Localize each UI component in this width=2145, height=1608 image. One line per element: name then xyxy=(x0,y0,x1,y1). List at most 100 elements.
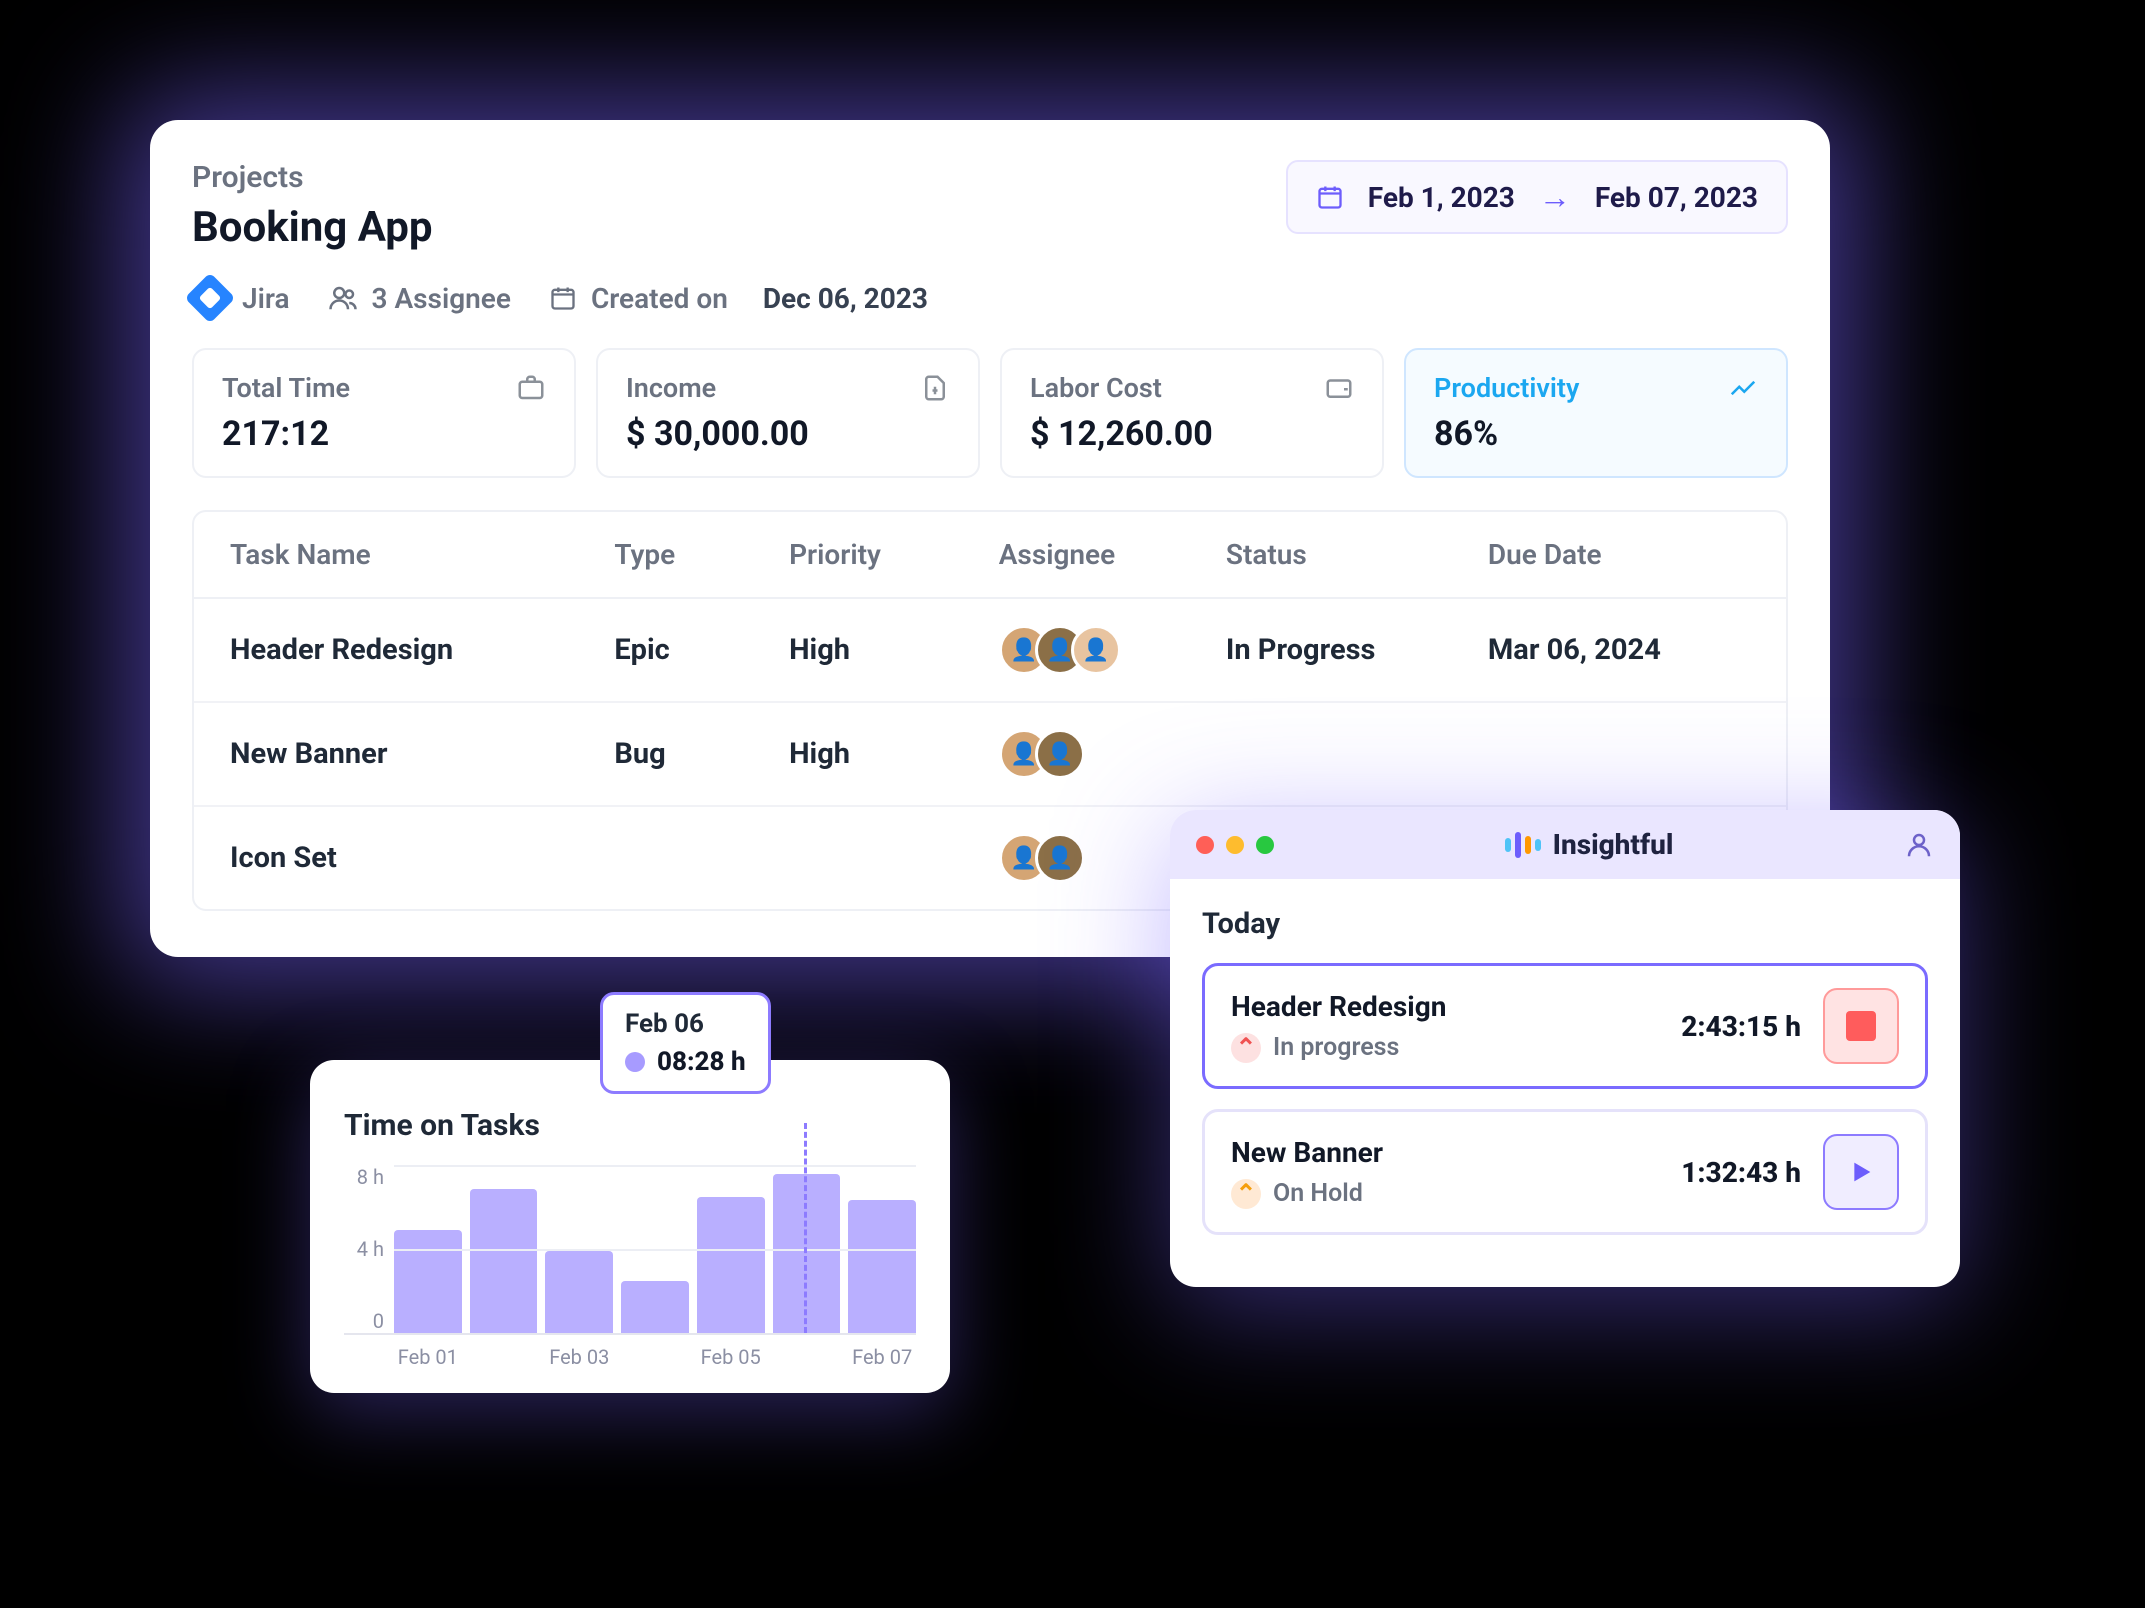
window-maximize-icon[interactable] xyxy=(1256,836,1274,854)
stat-income[interactable]: Income $ 30,000.00 xyxy=(596,348,980,478)
status-icon: ⌃ xyxy=(1231,1179,1261,1209)
briefcase-icon xyxy=(516,373,546,403)
task-name: New Banner xyxy=(230,737,614,771)
y-tick: 8 h xyxy=(344,1165,392,1189)
table-row[interactable]: New Banner Bug High 👤👤 xyxy=(194,703,1786,807)
assignee-count-label: 3 Assignee xyxy=(372,282,511,315)
task-priority: High xyxy=(789,633,999,667)
tracker-task-name: Header Redesign xyxy=(1231,990,1446,1023)
x-tick: Feb 05 xyxy=(697,1345,765,1369)
date-range-picker[interactable]: Feb 1, 2023 → Feb 07, 2023 xyxy=(1286,160,1788,234)
x-tick xyxy=(773,1345,841,1369)
page-title: Booking App xyxy=(192,203,433,252)
task-name: Header Redesign xyxy=(230,633,614,667)
play-button[interactable] xyxy=(1823,1134,1899,1210)
avatar[interactable]: 👤 xyxy=(1071,625,1121,675)
tracker-status-label: In progress xyxy=(1273,1033,1399,1062)
tooltip-date: Feb 06 xyxy=(625,1009,746,1039)
task-assignees[interactable]: 👤👤👤 xyxy=(999,625,1226,675)
chart-tooltip: Feb 06 08:28 h xyxy=(600,992,771,1094)
breadcrumb[interactable]: Projects xyxy=(192,160,433,195)
tracker-time: 2:43:15 h xyxy=(1681,1010,1801,1043)
task-priority: High xyxy=(789,737,999,771)
x-tick xyxy=(621,1345,689,1369)
tracker-item[interactable]: New Banner ⌃ On Hold 1:32:43 h xyxy=(1202,1109,1928,1235)
stat-value: 86% xyxy=(1434,414,1758,454)
brand-icon xyxy=(1505,832,1541,858)
chart-bar[interactable] xyxy=(470,1189,538,1333)
task-type: Bug xyxy=(614,737,789,771)
jira-icon xyxy=(185,273,236,324)
stop-button[interactable] xyxy=(1823,988,1899,1064)
date-end: Feb 07, 2023 xyxy=(1595,181,1758,214)
x-tick: Feb 01 xyxy=(394,1345,462,1369)
task-status: In Progress xyxy=(1226,633,1488,667)
stat-labor-cost[interactable]: Labor Cost $ 12,260.00 xyxy=(1000,348,1384,478)
chart-bar[interactable] xyxy=(621,1281,689,1333)
calendar-small-icon xyxy=(549,284,577,312)
chart-bar[interactable] xyxy=(848,1200,916,1333)
stat-label: Labor Cost xyxy=(1030,372,1162,404)
tooltip-dot-icon xyxy=(625,1052,645,1072)
tracker-task-name: New Banner xyxy=(1231,1136,1383,1169)
stat-value: $ 30,000.00 xyxy=(626,414,950,454)
task-type: Epic xyxy=(614,633,789,667)
task-assignees[interactable]: 👤👤 xyxy=(999,729,1226,779)
stat-label: Productivity xyxy=(1434,372,1579,404)
col-assignee[interactable]: Assignee xyxy=(999,538,1226,571)
tracker-status-label: On Hold xyxy=(1273,1179,1363,1208)
tracker-item[interactable]: Header Redesign ⌃ In progress 2:43:15 h xyxy=(1202,963,1928,1089)
trend-icon xyxy=(1728,373,1758,403)
avatar[interactable]: 👤 xyxy=(1035,729,1085,779)
x-tick xyxy=(470,1345,538,1369)
table-row[interactable]: Header Redesign Epic High 👤👤👤 In Progres… xyxy=(194,599,1786,703)
chart-bar[interactable] xyxy=(545,1251,613,1333)
time-on-tasks-chart: Feb 06 08:28 h Time on Tasks 8 h 4 h 0 F… xyxy=(310,1060,950,1393)
window-minimize-icon[interactable] xyxy=(1226,836,1244,854)
chart-bar[interactable] xyxy=(394,1230,462,1333)
integration-badge[interactable]: Jira xyxy=(192,280,290,316)
col-due-date[interactable]: Due Date xyxy=(1488,538,1750,571)
tracker-time: 1:32:43 h xyxy=(1681,1156,1801,1189)
tracker-titlebar: Insightful xyxy=(1170,810,1960,879)
stat-value: 217:12 xyxy=(222,414,546,454)
stat-label: Total Time xyxy=(222,372,350,404)
integration-label: Jira xyxy=(242,282,290,315)
document-dollar-icon xyxy=(920,373,950,403)
tooltip-value: 08:28 h xyxy=(657,1047,746,1077)
app-brand: Insightful xyxy=(1505,828,1674,861)
stat-productivity[interactable]: Productivity 86% xyxy=(1404,348,1788,478)
time-tracker-widget: Insightful Today Header Redesign ⌃ In pr… xyxy=(1170,810,1960,1287)
y-tick: 0 xyxy=(344,1309,392,1333)
people-icon xyxy=(328,283,358,313)
calendar-icon xyxy=(1316,183,1344,211)
task-due: Mar 06, 2024 xyxy=(1488,633,1750,667)
created-date: Created on Dec 06, 2023 xyxy=(549,282,928,315)
avatar[interactable]: 👤 xyxy=(1035,833,1085,883)
col-task-name[interactable]: Task Name xyxy=(230,538,614,571)
col-type[interactable]: Type xyxy=(614,538,789,571)
col-status[interactable]: Status xyxy=(1226,538,1488,571)
brand-label: Insightful xyxy=(1553,828,1674,861)
y-tick: 4 h xyxy=(344,1237,392,1261)
tracker-section-label: Today xyxy=(1202,907,1928,941)
x-tick: Feb 03 xyxy=(545,1345,613,1369)
assignee-count[interactable]: 3 Assignee xyxy=(328,282,511,315)
chart-bar[interactable] xyxy=(697,1197,765,1333)
col-priority[interactable]: Priority xyxy=(789,538,999,571)
stat-label: Income xyxy=(626,372,716,404)
status-icon: ⌃ xyxy=(1231,1033,1261,1063)
chart-title: Time on Tasks xyxy=(344,1108,916,1143)
stat-total-time[interactable]: Total Time 217:12 xyxy=(192,348,576,478)
wallet-icon xyxy=(1324,373,1354,403)
created-date-value: Dec 06, 2023 xyxy=(763,282,928,315)
chart-plot-area[interactable]: 8 h 4 h 0 xyxy=(344,1165,916,1335)
created-label: Created on xyxy=(591,282,728,315)
x-tick: Feb 07 xyxy=(848,1345,916,1369)
task-name: Icon Set xyxy=(230,841,614,875)
date-start: Feb 1, 2023 xyxy=(1368,181,1515,214)
window-close-icon[interactable] xyxy=(1196,836,1214,854)
user-icon[interactable] xyxy=(1904,830,1934,860)
window-controls[interactable] xyxy=(1196,836,1274,854)
project-meta: Jira 3 Assignee Created on Dec 06, 2023 xyxy=(192,280,1788,316)
